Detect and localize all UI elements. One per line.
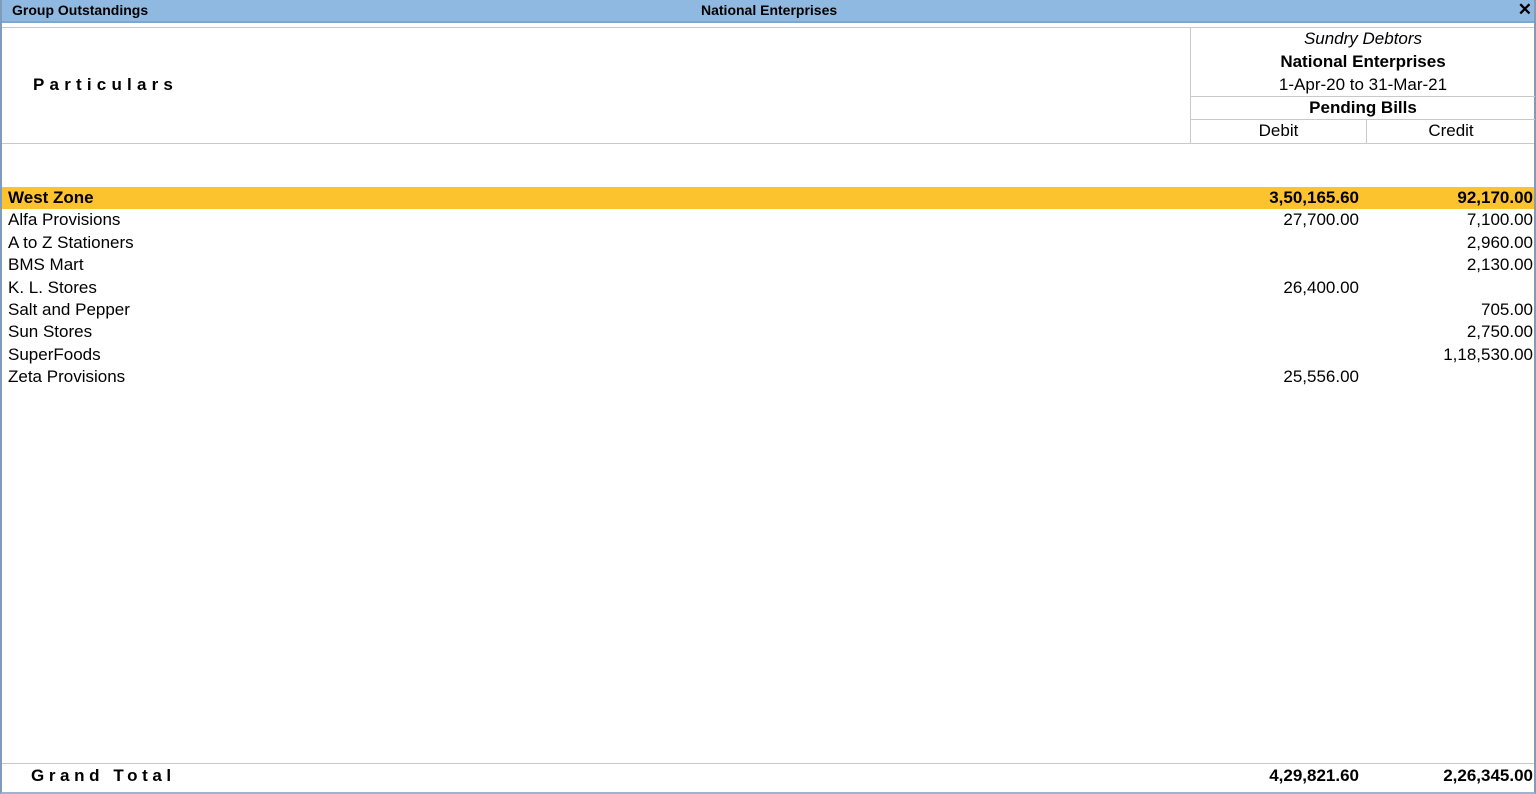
ledger-row[interactable]: K. L. Stores 26,400.00 <box>2 277 1534 299</box>
row-name: A to Z Stationers <box>8 232 134 252</box>
pending-bills-heading: Pending Bills <box>1309 98 1417 117</box>
ledger-row[interactable]: Salt and Pepper 705.00 <box>2 299 1534 321</box>
row-name: K. L. Stores <box>8 277 97 297</box>
particulars-heading: Particulars <box>33 75 179 94</box>
row-credit: 2,750.00 <box>1466 322 1533 342</box>
ledger-row[interactable]: Zeta Provisions 25,556.00 <box>2 366 1534 388</box>
grand-total-debit: 4,29,821.60 <box>1269 766 1359 785</box>
row-name: Salt and Pepper <box>8 299 130 319</box>
column-header-block: Sundry Debtors National Enterprises 1-Ap… <box>1190 28 1535 143</box>
ledger-row[interactable]: Alfa Provisions 27,700.00 7,100.00 <box>2 209 1534 231</box>
row-credit: 705.00 <box>1481 299 1533 319</box>
row-debit: 25,556.00 <box>1283 367 1359 387</box>
report-title: Group Outstandings <box>12 2 149 18</box>
debit-column-header: Debit <box>1258 121 1299 140</box>
header-divider <box>1191 96 1535 97</box>
grand-total-label: Grand Total <box>31 766 176 785</box>
ledger-row[interactable]: A to Z Stationers 2,960.00 <box>2 232 1534 254</box>
title-bar: Group Outstandings National Enterprises … <box>2 0 1534 23</box>
group-row-west-zone[interactable]: West Zone 3,50,165.60 92,170.00 <box>2 187 1534 210</box>
row-credit: 92,170.00 <box>1457 188 1533 207</box>
row-name: Alfa Provisions <box>8 210 121 230</box>
ledger-list: West Zone 3,50,165.60 92,170.00 Alfa Pro… <box>2 187 1534 389</box>
row-debit: 3,50,165.60 <box>1269 188 1359 207</box>
row-debit: 27,700.00 <box>1283 210 1359 230</box>
row-credit: 2,960.00 <box>1466 232 1533 252</box>
ledger-row[interactable]: SuperFoods 1,18,530.00 <box>2 344 1534 366</box>
group-name: Sundry Debtors <box>1303 29 1423 48</box>
row-name: Zeta Provisions <box>8 367 126 387</box>
row-debit: 26,400.00 <box>1283 277 1359 297</box>
row-credit: 2,130.00 <box>1466 255 1533 275</box>
ledger-row[interactable]: Sun Stores 2,750.00 <box>2 321 1534 343</box>
report-header: Particulars Sundry Debtors National Ente… <box>2 27 1535 144</box>
row-credit: 7,100.00 <box>1466 210 1533 230</box>
row-name: Sun Stores <box>8 322 93 342</box>
company-title: National Enterprises <box>701 2 838 18</box>
ledger-row[interactable]: BMS Mart 2,130.00 <box>2 254 1534 276</box>
grand-total-credit: 2,26,345.00 <box>1443 766 1533 785</box>
company-name: National Enterprises <box>1280 52 1446 71</box>
close-icon[interactable]: ✕ <box>1518 1 1532 19</box>
grand-total-row: Grand Total 4,29,821.60 2,26,345.00 <box>2 763 1534 788</box>
row-name: SuperFoods <box>8 344 101 364</box>
period-range: 1-Apr-20 to 31-Mar-21 <box>1278 75 1448 94</box>
row-name: West Zone <box>8 188 94 207</box>
row-name: BMS Mart <box>8 255 84 275</box>
row-credit: 1,18,530.00 <box>1443 344 1533 364</box>
column-divider <box>1191 119 1535 120</box>
report-window: Group Outstandings National Enterprises … <box>0 0 1536 794</box>
credit-column-header: Credit <box>1428 121 1474 140</box>
